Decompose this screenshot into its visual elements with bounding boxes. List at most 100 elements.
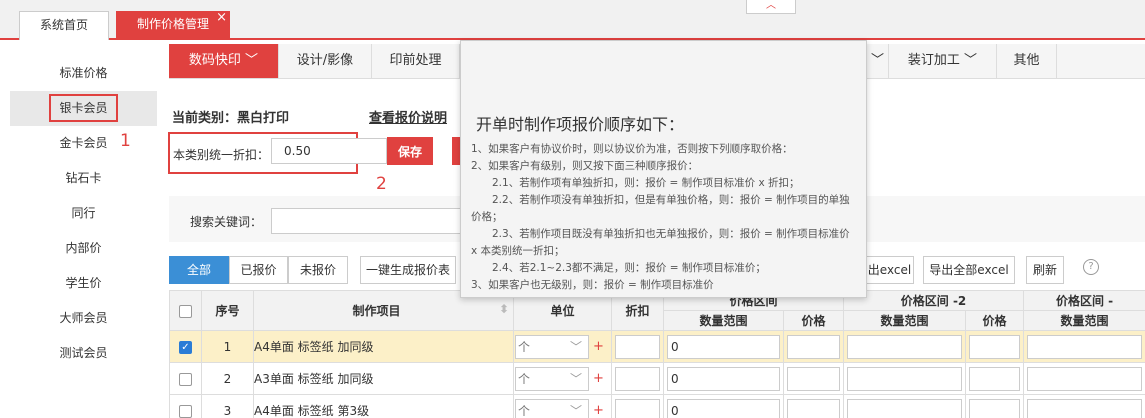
popup-line: 2.2、若制作项没有单独折扣，但是有单独价格，则：报价 = 制作项目的单独价格； [471, 194, 850, 223]
seq-header: 序号 [201, 290, 254, 331]
price-order-popup: 开单时制作项报价顺序如下： 1、如果客户有协议价时，则以协议价为准，否则按下列顺… [460, 40, 867, 298]
search-input[interactable] [271, 208, 461, 234]
sidebar-item-student[interactable]: 学生价 [10, 266, 157, 301]
popup-line: 3、如果客户也无级别，则：报价 = 制作项目标准价 [471, 279, 714, 291]
price-range-3-header: 价格区间 - [1023, 290, 1145, 311]
export-all-excel-button[interactable]: 导出全部excel [923, 256, 1015, 284]
row-discount-cell [611, 394, 664, 418]
table-row[interactable]: ✓ 1 A4单面 标签纸 加同级 个 ﹀ + 0 [169, 330, 1145, 363]
tab-binding[interactable]: 装订加工 ﹀ [889, 44, 997, 78]
row-seq: 3 [201, 394, 254, 418]
sidebar-item-master[interactable]: 大师会员 [10, 301, 157, 336]
unit-select[interactable]: 个 ﹀ [515, 334, 589, 359]
qty-range-input[interactable] [847, 366, 963, 391]
price-input[interactable] [787, 398, 841, 418]
sidebar-item-gold[interactable]: 金卡会员 [10, 126, 157, 161]
qty-range-input[interactable] [1027, 334, 1143, 359]
row-qty-cell [843, 362, 967, 395]
discount-input[interactable]: 0.50 [271, 138, 387, 164]
close-icon[interactable]: × [216, 4, 227, 31]
add-unit-icon[interactable]: + [593, 403, 604, 418]
tab-digital-print[interactable]: 数码快印 ﹀ [169, 44, 279, 78]
row-unit-cell: 个 ﹀ + [513, 394, 612, 418]
generate-price-table-button[interactable]: 一键生成报价表 [360, 256, 456, 284]
tab-prepress[interactable]: 印前处理 [372, 44, 460, 78]
row-qty-cell [843, 394, 967, 418]
sidebar-item-diamond[interactable]: 钻石卡 [10, 161, 157, 196]
price-input[interactable] [787, 334, 841, 359]
unit-value: 个 [518, 403, 531, 418]
collapse-up-icon[interactable]: ︿ [746, 0, 796, 14]
filter-quoted-button[interactable]: 已报价 [229, 256, 288, 284]
row-checkbox[interactable]: ✓ [179, 340, 192, 354]
sidebar-item-test[interactable]: 测试会员 [10, 336, 157, 371]
view-price-explanation-link[interactable]: 查看报价说明 [369, 107, 447, 126]
tab-other[interactable]: 其他 [997, 44, 1057, 78]
discount-cell-input[interactable] [615, 334, 660, 359]
filter-all-button[interactable]: 全部 [169, 256, 229, 284]
row-checkbox[interactable] [179, 404, 192, 418]
row-discount-cell [611, 362, 664, 395]
discount-cell-input[interactable] [615, 398, 660, 418]
tab-design-image[interactable]: 设计/影像 [279, 44, 372, 78]
popup-line: 2.3、若制作项目既没有单独折扣也无单独报价，则：报价 = 制作项目标准价 x … [471, 228, 850, 257]
price-input[interactable] [969, 398, 1021, 418]
filter-unquoted-button[interactable]: 未报价 [288, 256, 348, 284]
export-excel-button[interactable]: 出excel [866, 256, 914, 284]
popup-title: 开单时制作项报价顺序如下： [476, 115, 685, 134]
row-seq: 2 [201, 362, 254, 395]
help-icon[interactable]: ? [1083, 259, 1099, 275]
sidebar-item-peer[interactable]: 同行 [10, 196, 157, 231]
refresh-button[interactable]: 刷新 [1026, 256, 1064, 284]
qty-range-input[interactable] [847, 334, 963, 359]
tab-price-management[interactable]: 制作价格管理 × [116, 10, 230, 40]
popup-line: 2.1、若制作项有单独折扣，则：报价 = 制作项目标准价 x 折扣； [471, 177, 800, 189]
row-price-cell [965, 362, 1025, 395]
row-qty-cell [1023, 330, 1145, 363]
secondary-button-edge[interactable] [452, 137, 460, 165]
qty-range-header-1: 数量范围 [663, 310, 784, 331]
row-select-cell: ✓ [169, 330, 202, 363]
sidebar-item-standard[interactable]: 标准价格 [10, 56, 157, 91]
sidebar-item-silver[interactable]: 银卡会员 [10, 91, 157, 126]
popup-line: 2.4、若2.1~2.3都不满足，则：报价 = 制作项目标准价； [471, 262, 766, 274]
select-all-checkbox[interactable] [179, 304, 192, 318]
row-qty-cell: 0 [663, 330, 784, 363]
row-checkbox[interactable] [179, 372, 192, 386]
save-button[interactable]: 保存 [387, 137, 433, 165]
table-row[interactable]: 2 A3单面 标签纸 加同级 个 ﹀ + 0 [169, 362, 1145, 395]
row-select-cell [169, 394, 202, 418]
row-item: A4单面 标签纸 第3级 [253, 394, 514, 418]
price-input[interactable] [969, 366, 1021, 391]
unit-value: 个 [518, 371, 531, 386]
qty-range-input[interactable]: 0 [667, 398, 780, 418]
tab-hidden-dropdown[interactable]: ﹀ [867, 44, 889, 78]
search-label: 搜索关键词： [190, 215, 263, 229]
tab-home[interactable]: 系统首页 [19, 11, 109, 40]
qty-range-input[interactable] [847, 398, 963, 418]
unit-select[interactable]: 个 ﹀ [515, 366, 589, 391]
qty-range-input[interactable] [1027, 366, 1143, 391]
qty-range-input[interactable]: 0 [667, 366, 780, 391]
price-input[interactable] [787, 366, 841, 391]
tab-price-management-label: 制作价格管理 [136, 17, 209, 31]
unit-select[interactable]: 个 ﹀ [515, 398, 589, 418]
sidebar-item-internal[interactable]: 内部价 [10, 231, 157, 266]
top-tab-bar: 系统首页 制作价格管理 × [0, 0, 1145, 40]
qty-range-input[interactable] [1027, 398, 1143, 418]
popup-line: 2、如果客户有级别，则又按下面三种顺序报价： [471, 160, 699, 172]
price-input[interactable] [969, 334, 1021, 359]
row-select-cell [169, 362, 202, 395]
annotation-1: 1 [120, 131, 131, 151]
item-header-label: 制作项目 [352, 304, 401, 318]
discount-cell-input[interactable] [615, 366, 660, 391]
qty-range-input[interactable]: 0 [667, 334, 780, 359]
price-table: 序号 制作项目 ⬍ 单位 折扣 价格区间 价格区间 -2 价格区间 - 数量范围… [169, 290, 1145, 418]
add-unit-icon[interactable]: + [593, 371, 604, 386]
table-row[interactable]: 3 A4单面 标签纸 第3级 个 ﹀ + 0 [169, 394, 1145, 418]
row-qty-cell: 0 [663, 394, 784, 418]
row-qty-cell [1023, 362, 1145, 395]
row-price-cell [782, 330, 845, 363]
sort-icon[interactable]: ⬍ [499, 302, 509, 316]
add-unit-icon[interactable]: + [593, 339, 604, 354]
